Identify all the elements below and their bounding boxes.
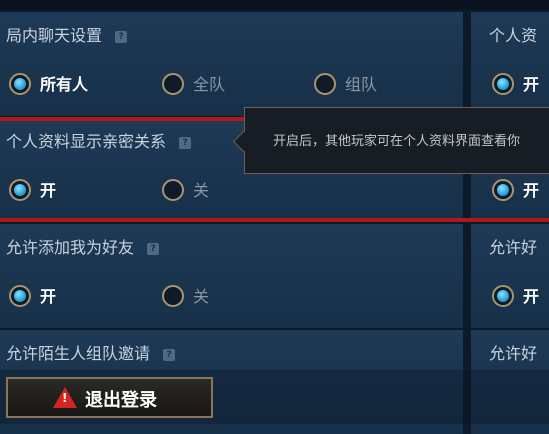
right-section-title: 个人资 [489,26,538,45]
highlight-line-bottom [0,218,549,222]
option-label: 全队 [193,75,226,94]
intimacy-setting-title: 个人资料显示亲密关系 [6,132,167,151]
add-friend-setting-title: 允许添加我为好友 [6,238,135,257]
option-label: 开 [523,287,540,306]
add-friend-setting-panel: 允许添加我为好友 ? 开 关 [0,224,463,328]
option-label: 组队 [345,75,378,94]
top-bar [0,0,549,10]
radio-selected-icon [9,73,31,95]
help-icon[interactable]: ? [115,30,128,43]
tooltip-text: 开启后，其他玩家可在个人资料界面查看你 [273,134,521,149]
radio-selected-icon [492,179,514,201]
logout-button[interactable]: ! 退出登录 [6,377,213,418]
help-icon[interactable]: ? [179,136,192,149]
option-label: 所有人 [40,75,89,94]
radio-selected-icon [9,179,31,201]
radio-icon [162,285,184,307]
section-title: 允许添加我为好友 ? [6,237,160,259]
chat-setting-title: 局内聊天设置 [6,26,103,45]
chat-setting-panel: 局内聊天设置 ? 所有人 全队 组队 [0,12,463,116]
radio-icon [162,73,184,95]
team-invite-setting-title: 允许陌生人组队邀请 [6,344,151,363]
radio-icon [162,179,184,201]
help-icon[interactable]: ? [147,242,160,255]
radio-icon [314,73,336,95]
option-label: 开 [523,181,540,200]
right-panel: 允许好 [471,330,549,434]
option-label: 开 [40,287,57,306]
section-title: 允许陌生人组队邀请 ? [6,343,176,365]
right-panel: 个人资 开 [471,12,549,116]
section-title: 个人资料显示亲密关系 ? [6,131,192,153]
section-title: 局内聊天设置 ? [6,25,128,47]
option-label: 关 [193,181,210,200]
help-icon[interactable]: ? [163,348,176,361]
right-section-title: 允许好 [489,344,538,363]
radio-selected-icon [9,285,31,307]
warning-mark: ! [62,391,68,405]
option-label: 开 [40,181,57,200]
radio-selected-icon [492,285,514,307]
radio-selected-icon [492,73,514,95]
right-panel: 允许好 开 [471,224,549,328]
option-label: 开 [523,75,540,94]
tooltip: 开启后，其他玩家可在个人资料界面查看你 [232,107,549,174]
right-section-title: 允许好 [489,238,538,257]
option-label: 关 [193,287,210,306]
logout-label: 退出登录 [85,390,157,411]
